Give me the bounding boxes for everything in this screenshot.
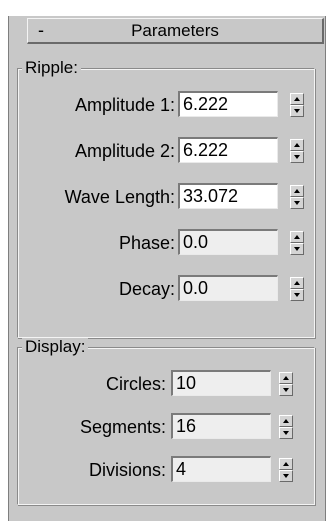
segments-label: Segments: bbox=[79, 417, 166, 437]
decay-spinner[interactable] bbox=[290, 277, 304, 301]
ripple-group-label: Ripple: bbox=[22, 59, 81, 77]
decay-label: Decay: bbox=[118, 279, 175, 299]
spinner-down-icon[interactable] bbox=[290, 197, 304, 209]
wave-length-field[interactable]: 33.072 bbox=[178, 183, 278, 209]
amplitude1-field[interactable]: 6.222 bbox=[178, 91, 278, 117]
rollout-title: Parameters bbox=[131, 21, 219, 40]
spinner-down-icon[interactable] bbox=[290, 151, 304, 163]
amplitude2-field[interactable]: 6.222 bbox=[178, 137, 278, 163]
spinner-down-icon[interactable] bbox=[279, 384, 293, 396]
spinner-up-icon[interactable] bbox=[279, 415, 293, 427]
spinner-down-icon[interactable] bbox=[290, 105, 304, 117]
wave-length-label: Wave Length: bbox=[64, 187, 175, 207]
spinner-up-icon[interactable] bbox=[290, 277, 304, 289]
phase-spinner[interactable] bbox=[290, 231, 304, 255]
spinner-down-icon[interactable] bbox=[279, 470, 293, 482]
amplitude1-spinner[interactable] bbox=[290, 93, 304, 117]
parameters-rollout-header[interactable]: - Parameters bbox=[27, 18, 324, 44]
divisions-spinner[interactable] bbox=[279, 458, 293, 482]
circles-label: Circles: bbox=[105, 374, 166, 394]
spinner-up-icon[interactable] bbox=[279, 372, 293, 384]
parameters-panel: - Parameters Ripple: Amplitude 1: 6.222 … bbox=[8, 16, 326, 521]
segments-field[interactable]: 16 bbox=[171, 413, 271, 439]
decay-field[interactable]: 0.0 bbox=[178, 275, 278, 301]
spinner-down-icon[interactable] bbox=[290, 289, 304, 301]
amplitude2-spinner[interactable] bbox=[290, 139, 304, 163]
phase-field[interactable]: 0.0 bbox=[178, 229, 278, 255]
phase-label: Phase: bbox=[118, 233, 175, 253]
divisions-label: Divisions: bbox=[88, 460, 166, 480]
spinner-down-icon[interactable] bbox=[290, 243, 304, 255]
circles-field[interactable]: 10 bbox=[171, 370, 271, 396]
spinner-up-icon[interactable] bbox=[290, 139, 304, 151]
spinner-up-icon[interactable] bbox=[290, 93, 304, 105]
segments-spinner[interactable] bbox=[279, 415, 293, 439]
circles-spinner[interactable] bbox=[279, 372, 293, 396]
wave-length-spinner[interactable] bbox=[290, 185, 304, 209]
display-group-label: Display: bbox=[22, 338, 89, 356]
divisions-field[interactable]: 4 bbox=[171, 456, 271, 482]
spinner-up-icon[interactable] bbox=[290, 231, 304, 243]
amplitude1-label: Amplitude 1: bbox=[74, 95, 175, 115]
spinner-up-icon[interactable] bbox=[290, 185, 304, 197]
amplitude2-label: Amplitude 2: bbox=[74, 141, 175, 161]
spinner-down-icon[interactable] bbox=[279, 427, 293, 439]
spinner-up-icon[interactable] bbox=[279, 458, 293, 470]
